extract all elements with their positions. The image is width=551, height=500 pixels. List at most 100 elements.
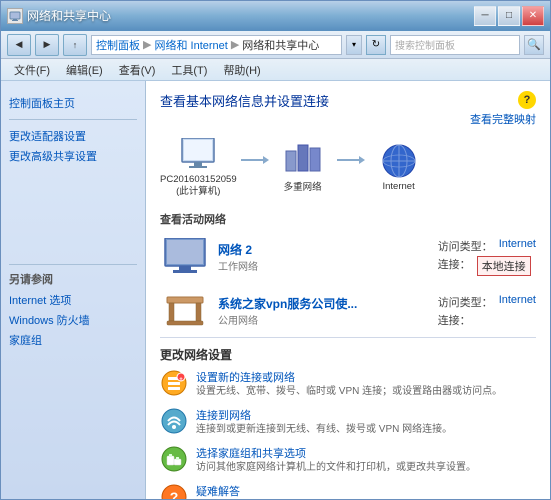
settings-text-3: 选择家庭组和共享选项 访问其他家庭网络计算机上的文件和打印机，或更改共享设置。	[196, 445, 536, 475]
content-area: 查看基本网络信息并设置连接 ? 查看完整映射	[146, 81, 550, 499]
window-title: 网络和共享中心	[27, 7, 111, 24]
maximize-button[interactable]: □	[498, 6, 520, 26]
sidebar-home-link[interactable]: 控制面板主页	[9, 93, 137, 113]
settings-desc-2: 连接到或更新连接到无线、有线、拨号或 VPN 网络连接。	[196, 423, 536, 437]
back-button[interactable]: ◀	[7, 34, 31, 56]
sidebar-ref-firewall[interactable]: Windows 防火墙	[9, 310, 137, 330]
network2-access-row: 访问类型： Internet	[438, 294, 536, 310]
settings-header: 更改网络设置	[160, 346, 536, 363]
network2-access-value[interactable]: Internet	[499, 294, 536, 310]
diagram-node-internet: Internet	[369, 144, 429, 192]
settings-item-3: 选择家庭组和共享选项 访问其他家庭网络计算机上的文件和打印机，或更改共享设置。	[160, 445, 536, 475]
search-placeholder: 搜索控制面板	[395, 37, 455, 52]
settings-item-1: + 设置新的连接或网络 设置无线、宽带、拨号、临时或 VPN 连接；或设置路由器…	[160, 369, 536, 399]
menu-tools[interactable]: 工具(T)	[164, 59, 214, 81]
path-root[interactable]: 控制面板	[96, 37, 140, 53]
arrow-line2	[337, 159, 359, 161]
network1-name[interactable]: 网络 2	[218, 241, 430, 258]
network1-info: 网络 2 工作网络	[218, 241, 430, 273]
search-box[interactable]: 搜索控制面板	[390, 35, 520, 55]
network2-access: 访问类型： Internet 连接：	[438, 294, 536, 328]
address-dropdown[interactable]: ▾	[346, 35, 362, 55]
page-title: 查看基本网络信息并设置连接	[160, 91, 329, 110]
arrow-head1	[263, 156, 269, 164]
up-button[interactable]: ↑	[63, 34, 87, 56]
diagram-multi-label: 多重网络	[284, 179, 322, 193]
diagram-node-multi: 多重网络	[273, 142, 333, 193]
diagram-pc-name: PC201603152059	[160, 174, 237, 186]
sidebar-ref-internet[interactable]: Internet 选项	[9, 290, 137, 310]
settings-item-2: 连接到网络 连接到或更新连接到无线、有线、拨号或 VPN 网络连接。	[160, 407, 536, 437]
globe-icon	[379, 144, 419, 179]
main-window: 网络和共享中心 ─ □ ✕ ◀ ▶ ↑ 控制面板 ▶ 网络和 Internet …	[0, 0, 551, 500]
settings-icon-1: +	[160, 369, 188, 397]
settings-text-4: 疑难解答 诊断并修复网络问题，或获得故障排除信息。	[196, 483, 536, 499]
search-button[interactable]: 🔍	[524, 35, 544, 55]
network2-name[interactable]: 系统之家vpn服务公司使...	[218, 295, 430, 312]
diagram-pc-sub: (此计算机)	[160, 186, 237, 198]
refresh-button[interactable]: ↻	[366, 35, 386, 55]
network1-icon	[160, 237, 210, 277]
network1-type: 工作网络	[218, 258, 430, 273]
arrow-line1	[241, 159, 263, 161]
menubar: 文件(F) 编辑(E) 查看(V) 工具(T) 帮助(H)	[1, 59, 550, 81]
network2-type: 公用网络	[218, 312, 430, 327]
network1-conn-value[interactable]: 本地连接	[477, 256, 531, 276]
pc-icon	[178, 137, 218, 172]
network1-access-value[interactable]: Internet	[499, 238, 536, 254]
sidebar-ref-divider	[9, 264, 137, 265]
sidebar-ref: 另请参阅 Internet 选项 Windows 防火墙 家庭组	[1, 254, 145, 358]
sidebar-adapter-link[interactable]: 更改适配器设置	[9, 126, 137, 146]
path-sep2: ▶	[231, 38, 239, 51]
diagram-arrow2	[337, 156, 365, 164]
settings-link-1[interactable]: 设置新的连接或网络	[196, 369, 536, 385]
menu-help[interactable]: 帮助(H)	[216, 59, 267, 81]
sidebar-ref-section: 另请参阅 Internet 选项 Windows 防火墙 家庭组	[1, 254, 145, 358]
search-icon: 🔍	[527, 38, 541, 51]
settings-link-4[interactable]: 疑难解答	[196, 483, 536, 499]
menu-edit[interactable]: 编辑(E)	[59, 59, 110, 81]
diagram-arrow1	[241, 156, 269, 164]
sidebar-advanced-link[interactable]: 更改高级共享设置	[9, 146, 137, 166]
network1-connection-row: 连接： 本地连接	[438, 256, 536, 276]
svg-text:?: ?	[170, 489, 179, 499]
network2-info: 系统之家vpn服务公司使... 公用网络	[218, 295, 430, 327]
path-level1[interactable]: 网络和 Internet	[154, 37, 227, 53]
network2-icon	[160, 291, 210, 331]
settings-section: 更改网络设置 + 设置新的连接或网络	[160, 346, 536, 499]
network1-row: 网络 2 工作网络 访问类型： Internet 连接： 本地连接	[160, 233, 536, 281]
sidebar-main-section: 控制面板主页 更改适配器设置 更改高级共享设置	[1, 89, 145, 174]
svg-text:+: +	[179, 377, 183, 383]
menu-file[interactable]: 文件(F)	[7, 59, 57, 81]
addressbar: ◀ ▶ ↑ 控制面板 ▶ 网络和 Internet ▶ 网络和共享中心 ▾ ↻ …	[1, 31, 550, 59]
minimize-button[interactable]: ─	[474, 6, 496, 26]
settings-link-3[interactable]: 选择家庭组和共享选项	[196, 445, 536, 461]
multi-net-icon	[283, 142, 323, 177]
sidebar: 控制面板主页 更改适配器设置 更改高级共享设置 另请参阅 Internet 选项…	[1, 81, 146, 499]
network2-connection-row: 连接：	[438, 312, 536, 328]
diagram-node-pc: PC201603152059 (此计算机)	[160, 137, 237, 199]
view-full-link[interactable]: 查看完整映射	[470, 111, 536, 127]
sidebar-ref-title: 另请参阅	[9, 271, 137, 287]
settings-icon-3	[160, 445, 188, 473]
sidebar-ref-homegroup[interactable]: 家庭组	[9, 330, 137, 350]
close-button[interactable]: ✕	[522, 6, 544, 26]
address-path[interactable]: 控制面板 ▶ 网络和 Internet ▶ 网络和共享中心	[91, 35, 342, 55]
network2-row: 系统之家vpn服务公司使... 公用网络 访问类型： Internet 连接：	[160, 289, 536, 333]
network2-conn-label: 连接：	[438, 312, 471, 328]
network1-access: 访问类型： Internet 连接： 本地连接	[438, 238, 536, 276]
settings-link-2[interactable]: 连接到网络	[196, 407, 536, 423]
page-header: 查看基本网络信息并设置连接 ? 查看完整映射	[160, 91, 536, 127]
settings-text-2: 连接到网络 连接到或更新连接到无线、有线、拨号或 VPN 网络连接。	[196, 407, 536, 437]
menu-view[interactable]: 查看(V)	[112, 59, 163, 81]
settings-icon-4: ?	[160, 483, 188, 499]
path-current: 网络和共享中心	[242, 37, 319, 53]
arrow-head2	[359, 156, 365, 164]
settings-item-4: ? 疑难解答 诊断并修复网络问题，或获得故障排除信息。	[160, 483, 536, 499]
path-sep1: ▶	[143, 38, 151, 51]
settings-text-1: 设置新的连接或网络 设置无线、宽带、拨号、临时或 VPN 连接；或设置路由器或访…	[196, 369, 536, 399]
network-diagram: PC201603152059 (此计算机)	[160, 137, 536, 199]
network2-access-label: 访问类型：	[438, 294, 493, 310]
help-icon[interactable]: ?	[518, 91, 536, 109]
forward-button[interactable]: ▶	[35, 34, 59, 56]
